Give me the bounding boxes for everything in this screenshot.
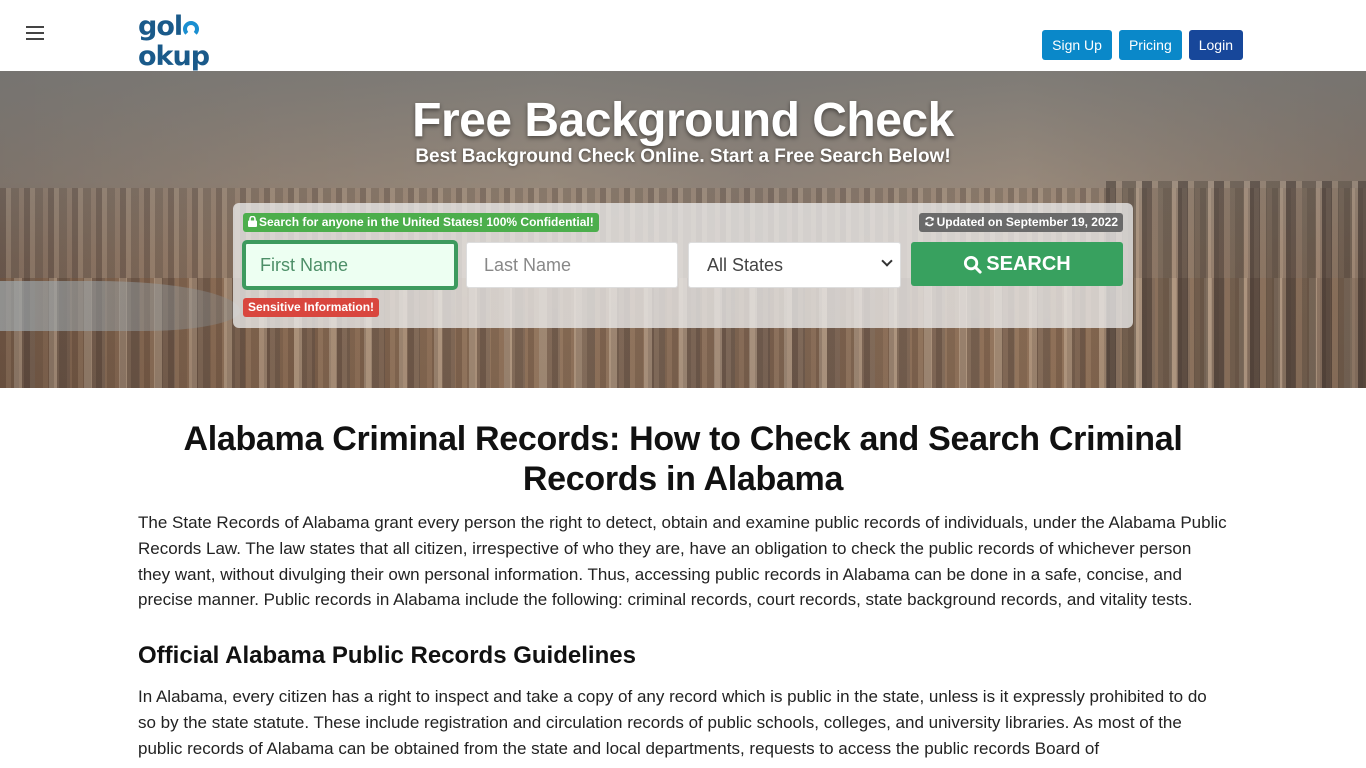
lock-icon xyxy=(248,215,257,227)
confidential-badge: Search for anyone in the United States! … xyxy=(243,213,599,232)
hero-title: Free Background Check xyxy=(412,94,954,147)
logo-text-end: okup xyxy=(138,41,210,72)
site-header: golokup Background Check Sign Up Pricing… xyxy=(0,0,1366,100)
hero-banner: Free Background Check Best Background Ch… xyxy=(0,71,1366,388)
search-icon xyxy=(964,255,982,274)
search-button[interactable]: SEARCH xyxy=(911,242,1123,286)
menu-icon[interactable] xyxy=(26,26,44,42)
section-heading: Official Alabama Public Records Guidelin… xyxy=(138,642,636,670)
search-form: Search for anyone in the United States! … xyxy=(233,203,1133,328)
updated-badge-text: Updated on September 19, 2022 xyxy=(936,215,1118,229)
section-paragraph: In Alabama, every citizen has a right to… xyxy=(138,687,1207,758)
search-button-label: SEARCH xyxy=(986,252,1071,275)
sign-up-button[interactable]: Sign Up xyxy=(1042,30,1112,60)
intro-paragraph: The State Records of Alabama grant every… xyxy=(138,513,1227,610)
sensitive-info-badge: Sensitive Information! xyxy=(243,298,380,317)
first-name-input[interactable] xyxy=(242,240,458,290)
login-button[interactable]: Login xyxy=(1188,30,1243,60)
logo-wordmark: golokup xyxy=(138,12,268,72)
state-select[interactable]: All States xyxy=(688,242,901,288)
pricing-button[interactable]: Pricing xyxy=(1118,30,1182,60)
article-content: Alabama Criminal Records: How to Check a… xyxy=(138,388,1228,762)
golookup-logo[interactable]: golokup Background Check xyxy=(138,12,268,100)
last-name-input[interactable] xyxy=(466,242,678,288)
logo-ring-icon xyxy=(183,21,200,37)
skyline-shape xyxy=(1106,181,1366,388)
hero-subtitle: Best Background Check Online. Start a Fr… xyxy=(415,146,951,167)
article-title: Alabama Criminal Records: How to Check a… xyxy=(183,420,1183,498)
header-nav: Sign Up Pricing Login xyxy=(1042,30,1243,60)
logo-text-start: gol xyxy=(138,11,183,42)
updated-badge: Updated on September 19, 2022 xyxy=(918,213,1123,232)
confidential-badge-text: Search for anyone in the United States! … xyxy=(259,215,594,229)
refresh-icon xyxy=(924,216,934,227)
